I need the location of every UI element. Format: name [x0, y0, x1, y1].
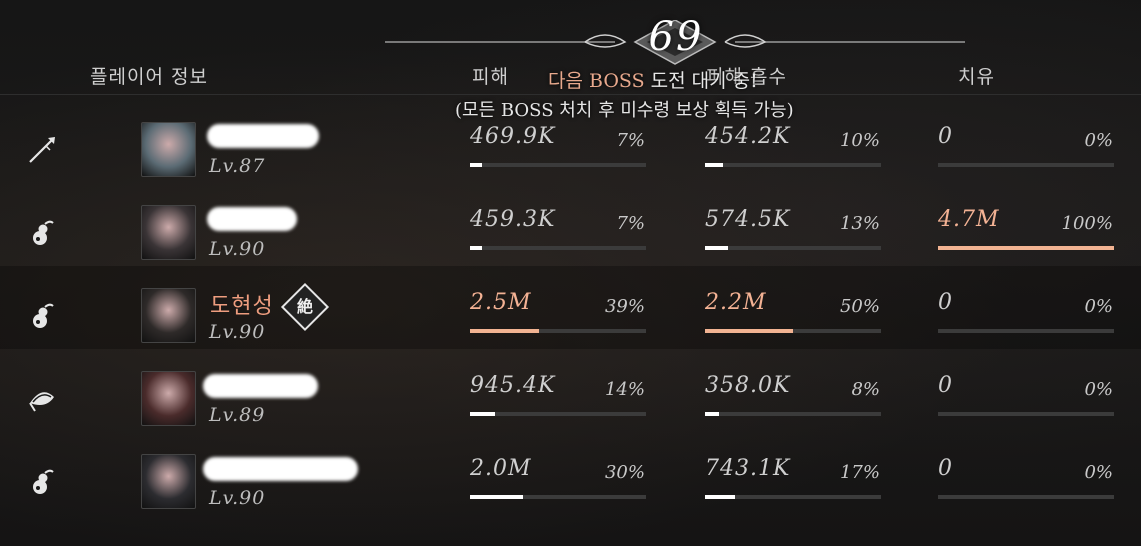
heal-percent: 0% [1084, 379, 1113, 400]
player-level: Lv.90 [209, 238, 266, 260]
name-redacted [207, 207, 297, 231]
damage-percent: 7% [616, 130, 645, 151]
damage-value: 469.9K [470, 124, 556, 149]
player-level: Lv.87 [209, 155, 266, 177]
taken-value: 743.1K [705, 456, 791, 481]
gourd-icon [26, 300, 58, 332]
gourd-icon [26, 217, 58, 249]
damage-value: 459.3K [470, 207, 556, 232]
name-redacted [207, 124, 319, 148]
damage-bar-fill [470, 163, 483, 167]
avatar[interactable] [141, 288, 196, 343]
damage-bar [470, 412, 646, 416]
player-row[interactable]: Lv.90 459.3K 7% 574.5K 13% 4.7M 100% [0, 183, 1141, 266]
avatar[interactable] [141, 122, 196, 177]
header-healing: 치유 [958, 66, 995, 88]
player-row[interactable]: Lv.87 469.9K 7% 454.2K 10% 0 0% [0, 100, 1141, 183]
heal-percent: 0% [1084, 462, 1113, 483]
taken-percent: 17% [839, 462, 880, 483]
avatar[interactable] [141, 454, 196, 509]
fan-icon [26, 383, 58, 415]
damage-percent: 39% [604, 296, 645, 317]
player-level: Lv.90 [209, 487, 266, 509]
heal-percent: 100% [1061, 213, 1113, 234]
heal-value: 0 [938, 373, 953, 398]
header-damage: 피해 [472, 66, 509, 88]
avatar[interactable] [141, 371, 196, 426]
taken-bar [705, 412, 881, 416]
name-redacted [203, 374, 318, 398]
taken-value: 2.2M [705, 290, 767, 315]
taken-value: 454.2K [705, 124, 791, 149]
taken-bar-fill [705, 163, 723, 167]
damage-bar [470, 495, 646, 499]
taken-value: 358.0K [705, 373, 791, 398]
heal-value: 0 [938, 290, 953, 315]
heal-value: 0 [938, 456, 953, 481]
heal-percent: 0% [1084, 296, 1113, 317]
heal-bar-fill [938, 246, 1114, 250]
boss-notice-rest: 도전 대기 중! [650, 70, 758, 92]
taken-percent: 13% [839, 213, 880, 234]
player-row[interactable]: Lv.89 945.4K 14% 358.0K 8% 0 0% [0, 349, 1141, 432]
taken-percent: 10% [839, 130, 880, 151]
damage-value: 2.0M [470, 456, 532, 481]
rank-badge-label: 絶 [296, 297, 313, 316]
taken-bar [705, 495, 881, 499]
heal-value: 4.7M [938, 207, 1000, 232]
taken-bar-fill [705, 495, 735, 499]
damage-bar [470, 329, 646, 333]
heal-bar [938, 329, 1114, 333]
damage-value: 2.5M [470, 290, 532, 315]
damage-percent: 14% [604, 379, 645, 400]
taken-bar-fill [705, 329, 793, 333]
rank-badge: 絶 [280, 282, 330, 332]
damage-bar-fill [470, 329, 539, 333]
heal-percent: 0% [1084, 130, 1113, 151]
taken-bar [705, 163, 881, 167]
taken-percent: 8% [851, 379, 880, 400]
player-name: 도현성 [210, 294, 274, 319]
taken-bar [705, 329, 881, 333]
damage-bar-fill [470, 412, 495, 416]
heal-bar [938, 495, 1114, 499]
player-level: Lv.90 [209, 321, 266, 343]
gourd-icon [26, 466, 58, 498]
damage-bar [470, 163, 646, 167]
heal-bar [938, 412, 1114, 416]
damage-bar [470, 246, 646, 250]
damage-percent: 7% [616, 213, 645, 234]
taken-bar-fill [705, 412, 720, 416]
round-number: 69 [648, 14, 704, 60]
damage-bar-fill [470, 246, 483, 250]
taken-percent: 50% [839, 296, 880, 317]
boss-notice-accent: 다음 BOSS [548, 70, 645, 92]
spear-icon [26, 134, 58, 166]
heal-value: 0 [938, 124, 953, 149]
boss-notice: 다음 BOSS 도전 대기 중! [548, 66, 758, 93]
header-player-info: 플레이어 정보 [90, 66, 208, 88]
taken-value: 574.5K [705, 207, 791, 232]
heal-bar [938, 163, 1114, 167]
name-redacted [203, 457, 358, 481]
taken-bar-fill [705, 246, 728, 250]
damage-bar-fill [470, 495, 523, 499]
damage-value: 945.4K [470, 373, 556, 398]
damage-percent: 30% [604, 462, 645, 483]
player-row[interactable]: Lv.90 2.0M 30% 743.1K 17% 0 0% [0, 432, 1141, 515]
player-level: Lv.89 [209, 404, 266, 426]
heal-bar [938, 246, 1114, 250]
avatar[interactable] [141, 205, 196, 260]
player-row[interactable]: 도현성 絶 Lv.90 2.5M 39% 2.2M 50% 0 0% [0, 266, 1141, 349]
taken-bar [705, 246, 881, 250]
